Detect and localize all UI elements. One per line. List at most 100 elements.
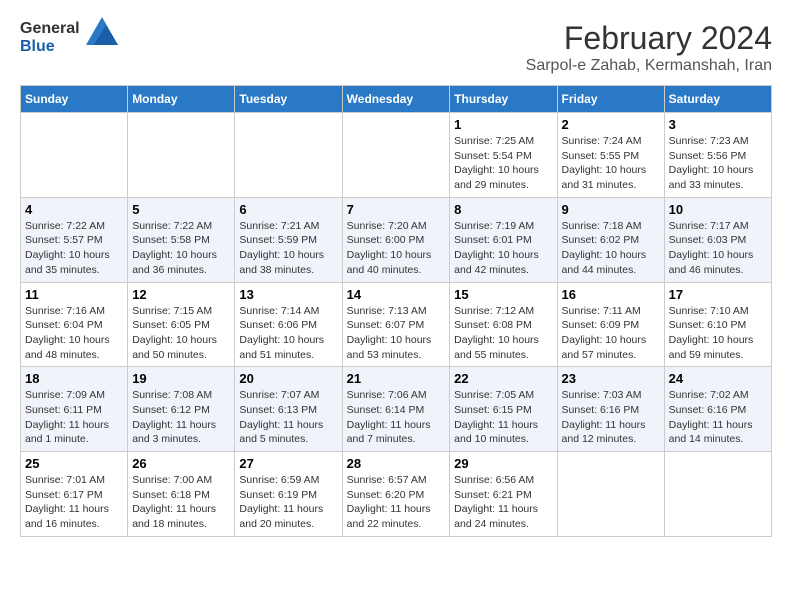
day-number: 18 — [25, 371, 123, 386]
day-info: Sunrise: 7:13 AM Sunset: 6:07 PM Dayligh… — [347, 304, 446, 363]
week-row-4: 18 Sunrise: 7:09 AM Sunset: 6:11 PM Dayli… — [21, 367, 772, 452]
calendar-cell: 25Sunrise: 7:01 AM Sunset: 6:17 PM Dayli… — [21, 452, 128, 537]
calendar-cell: 22Sunrise: 7:05 AM Sunset: 6:15 PM Dayli… — [450, 367, 557, 452]
day-info: Sunrise: 6:56 AM Sunset: 6:21 PM Dayligh… — [454, 473, 552, 532]
calendar-cell: 18 Sunrise: 7:09 AM Sunset: 6:11 PM Dayli… — [21, 367, 128, 452]
day-number: 23 — [562, 371, 660, 386]
day-number: 5 — [132, 202, 230, 217]
day-info: Sunrise: 7:05 AM Sunset: 6:15 PM Dayligh… — [454, 388, 552, 447]
week-row-2: 4 Sunrise: 7:22 AM Sunset: 5:57 PM Daylig… — [21, 197, 772, 282]
day-number: 8 — [454, 202, 552, 217]
day-number: 12 — [132, 287, 230, 302]
day-info: Sunrise: 7:22 AM Sunset: 5:58 PM Dayligh… — [132, 219, 230, 278]
day-info: Sunrise: 7:10 AM Sunset: 6:10 PM Dayligh… — [669, 304, 767, 363]
calendar-cell: 3 Sunrise: 7:23 AM Sunset: 5:56 PM Daylig… — [664, 113, 771, 198]
day-info: Sunrise: 7:11 AM Sunset: 6:09 PM Dayligh… — [562, 304, 660, 363]
day-number: 20 — [239, 371, 337, 386]
week-row-3: 11Sunrise: 7:16 AM Sunset: 6:04 PM Dayli… — [21, 282, 772, 367]
day-header-friday: Friday — [557, 86, 664, 113]
day-header-monday: Monday — [128, 86, 235, 113]
calendar-cell: 15Sunrise: 7:12 AM Sunset: 6:08 PM Dayli… — [450, 282, 557, 367]
logo-line1: General — [20, 20, 80, 37]
header-row: SundayMondayTuesdayWednesdayThursdayFrid… — [21, 86, 772, 113]
title-area: February 2024 Sarpol-e Zahab, Kermanshah… — [526, 20, 772, 75]
calendar-cell: 21 Sunrise: 7:06 AM Sunset: 6:14 PM Dayli… — [342, 367, 450, 452]
logo: General Blue — [20, 20, 118, 56]
day-number: 14 — [347, 287, 446, 302]
day-info: Sunrise: 7:20 AM Sunset: 6:00 PM Dayligh… — [347, 219, 446, 278]
day-info: Sunrise: 7:22 AM Sunset: 5:57 PM Dayligh… — [25, 219, 123, 278]
day-info: Sunrise: 7:25 AM Sunset: 5:54 PM Dayligh… — [454, 134, 552, 193]
day-info: Sunrise: 7:14 AM Sunset: 6:06 PM Dayligh… — [239, 304, 337, 363]
day-info: Sunrise: 6:59 AM Sunset: 6:19 PM Dayligh… — [239, 473, 337, 532]
day-number: 7 — [347, 202, 446, 217]
subtitle: Sarpol-e Zahab, Kermanshah, Iran — [526, 57, 772, 75]
day-number: 11 — [25, 287, 123, 302]
day-info: Sunrise: 7:21 AM Sunset: 5:59 PM Dayligh… — [239, 219, 337, 278]
day-info: Sunrise: 6:57 AM Sunset: 6:20 PM Dayligh… — [347, 473, 446, 532]
day-number: 28 — [347, 456, 446, 471]
calendar-cell: 14 Sunrise: 7:13 AM Sunset: 6:07 PM Dayli… — [342, 282, 450, 367]
day-number: 3 — [669, 117, 767, 132]
logo-text: General Blue — [20, 20, 80, 56]
calendar-cell — [21, 113, 128, 198]
calendar-cell — [664, 452, 771, 537]
calendar-cell: 16 Sunrise: 7:11 AM Sunset: 6:09 PM Dayli… — [557, 282, 664, 367]
calendar-cell: 2 Sunrise: 7:24 AM Sunset: 5:55 PM Daylig… — [557, 113, 664, 198]
day-header-sunday: Sunday — [21, 86, 128, 113]
calendar-cell — [128, 113, 235, 198]
calendar-cell: 19Sunrise: 7:08 AM Sunset: 6:12 PM Dayli… — [128, 367, 235, 452]
calendar-cell: 28 Sunrise: 6:57 AM Sunset: 6:20 PM Dayli… — [342, 452, 450, 537]
day-number: 6 — [239, 202, 337, 217]
calendar-cell: 27 Sunrise: 6:59 AM Sunset: 6:19 PM Dayli… — [235, 452, 342, 537]
day-header-saturday: Saturday — [664, 86, 771, 113]
day-info: Sunrise: 7:06 AM Sunset: 6:14 PM Dayligh… — [347, 388, 446, 447]
logo-line2: Blue — [20, 38, 55, 55]
calendar-cell: 5 Sunrise: 7:22 AM Sunset: 5:58 PM Daylig… — [128, 197, 235, 282]
calendar-cell: 11Sunrise: 7:16 AM Sunset: 6:04 PM Dayli… — [21, 282, 128, 367]
calendar-cell: 6 Sunrise: 7:21 AM Sunset: 5:59 PM Daylig… — [235, 197, 342, 282]
day-number: 19 — [132, 371, 230, 386]
calendar-cell — [235, 113, 342, 198]
day-info: Sunrise: 7:17 AM Sunset: 6:03 PM Dayligh… — [669, 219, 767, 278]
calendar-cell: 8Sunrise: 7:19 AM Sunset: 6:01 PM Daylig… — [450, 197, 557, 282]
day-number: 1 — [454, 117, 552, 132]
calendar-cell: 23 Sunrise: 7:03 AM Sunset: 6:16 PM Dayli… — [557, 367, 664, 452]
logo-container: General Blue — [20, 20, 118, 56]
day-number: 16 — [562, 287, 660, 302]
calendar-cell — [557, 452, 664, 537]
day-number: 9 — [562, 202, 660, 217]
calendar-cell: 1 Sunrise: 7:25 AM Sunset: 5:54 PM Daylig… — [450, 113, 557, 198]
day-header-thursday: Thursday — [450, 86, 557, 113]
day-info: Sunrise: 7:12 AM Sunset: 6:08 PM Dayligh… — [454, 304, 552, 363]
day-number: 27 — [239, 456, 337, 471]
calendar-cell: 7 Sunrise: 7:20 AM Sunset: 6:00 PM Daylig… — [342, 197, 450, 282]
day-info: Sunrise: 7:23 AM Sunset: 5:56 PM Dayligh… — [669, 134, 767, 193]
day-info: Sunrise: 7:15 AM Sunset: 6:05 PM Dayligh… — [132, 304, 230, 363]
day-number: 24 — [669, 371, 767, 386]
calendar-header: SundayMondayTuesdayWednesdayThursdayFrid… — [21, 86, 772, 113]
calendar-cell: 13 Sunrise: 7:14 AM Sunset: 6:06 PM Dayli… — [235, 282, 342, 367]
day-info: Sunrise: 7:09 AM Sunset: 6:11 PM Dayligh… — [25, 388, 123, 447]
day-number: 13 — [239, 287, 337, 302]
day-number: 21 — [347, 371, 446, 386]
calendar-cell: 20Sunrise: 7:07 AM Sunset: 6:13 PM Dayli… — [235, 367, 342, 452]
day-info: Sunrise: 7:03 AM Sunset: 6:16 PM Dayligh… — [562, 388, 660, 447]
day-info: Sunrise: 7:18 AM Sunset: 6:02 PM Dayligh… — [562, 219, 660, 278]
day-info: Sunrise: 7:02 AM Sunset: 6:16 PM Dayligh… — [669, 388, 767, 447]
main-title: February 2024 — [526, 20, 772, 57]
day-number: 2 — [562, 117, 660, 132]
week-row-5: 25Sunrise: 7:01 AM Sunset: 6:17 PM Dayli… — [21, 452, 772, 537]
calendar-cell: 4 Sunrise: 7:22 AM Sunset: 5:57 PM Daylig… — [21, 197, 128, 282]
calendar-cell: 12 Sunrise: 7:15 AM Sunset: 6:05 PM Dayli… — [128, 282, 235, 367]
day-number: 25 — [25, 456, 123, 471]
page-header: General Blue February 2024 Sarpol-e Zaha… — [20, 20, 772, 75]
day-number: 29 — [454, 456, 552, 471]
day-number: 26 — [132, 456, 230, 471]
calendar-body: 1 Sunrise: 7:25 AM Sunset: 5:54 PM Daylig… — [21, 113, 772, 537]
logo-icon — [86, 17, 118, 50]
calendar-cell: 10Sunrise: 7:17 AM Sunset: 6:03 PM Dayli… — [664, 197, 771, 282]
day-info: Sunrise: 7:24 AM Sunset: 5:55 PM Dayligh… — [562, 134, 660, 193]
day-number: 4 — [25, 202, 123, 217]
calendar-cell: 24 Sunrise: 7:02 AM Sunset: 6:16 PM Dayli… — [664, 367, 771, 452]
